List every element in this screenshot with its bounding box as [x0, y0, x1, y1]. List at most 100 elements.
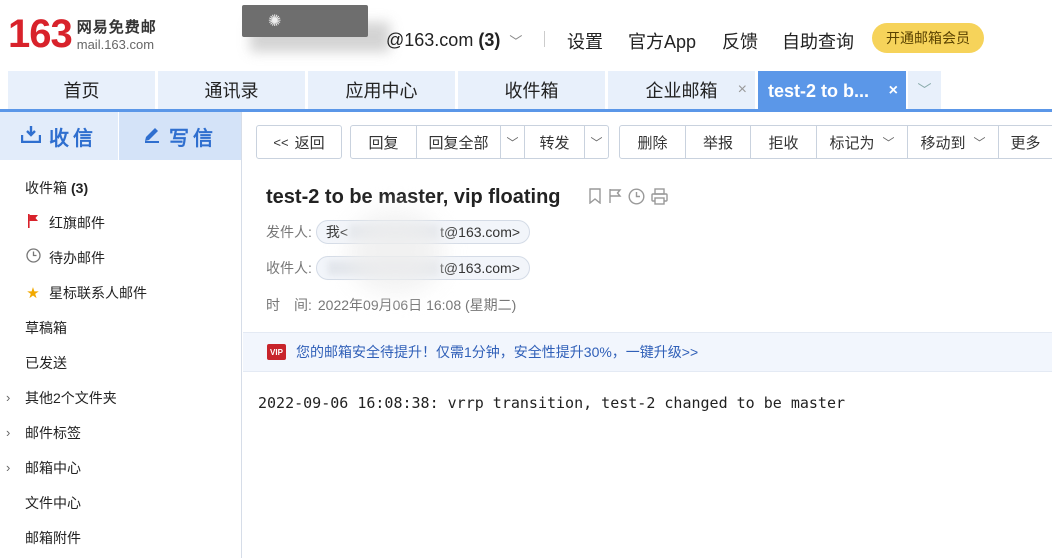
tab-label: test-2 to b... — [768, 80, 870, 101]
delete-button[interactable]: 删除 — [619, 125, 686, 159]
compose-label: 写信 — [169, 127, 217, 150]
official-app-link[interactable]: 官方App — [628, 28, 696, 54]
settings-link[interactable]: 设置 — [567, 28, 603, 54]
chevron-down-icon: ﹀ — [590, 135, 603, 150]
print-icon[interactable] — [651, 188, 668, 210]
account-domain: @163.com — [386, 30, 474, 50]
redaction-blur — [348, 212, 443, 292]
time-value: 2022年09月06日 16:08 (星期二) — [317, 297, 517, 313]
flag-icon[interactable] — [608, 188, 622, 210]
feedback-link[interactable]: 反馈 — [722, 28, 758, 54]
chevron-down-icon: ﹀ — [506, 135, 519, 150]
vip-badge-icon: VIP — [267, 344, 286, 360]
clock-icon — [25, 248, 41, 267]
mark-as-label: 标记为 — [829, 134, 875, 152]
sidebar-item-label: 已发送 — [25, 354, 67, 371]
sidebar-item-label: 邮箱附件 — [25, 529, 81, 546]
chevron-down-icon: ﹀ — [509, 34, 523, 49]
forward-button[interactable]: 转发 — [524, 125, 585, 159]
reject-button[interactable]: 拒收 — [750, 125, 817, 159]
sidebar-item-label: 待办邮件 — [49, 249, 105, 266]
tab-label: 收件箱 — [504, 81, 559, 101]
sender-label: 发件人: — [266, 224, 312, 240]
mail-subject: test-2 to be master, vip floating — [266, 186, 561, 208]
sidebar-item-sent[interactable]: 已发送 — [0, 345, 242, 380]
tab-label: 首页 — [63, 81, 100, 101]
logo-url-text: mail.163.com — [76, 37, 155, 52]
sidebar-item-inbox[interactable]: 收件箱 (3) — [0, 170, 242, 205]
security-upgrade-banner[interactable]: VIP 您的邮箱安全待提升！仅需1分钟，安全性提升30%，一键升级>> — [243, 332, 1052, 372]
sidebar-item-drafts[interactable]: 草稿箱 — [0, 310, 242, 345]
time-label: 时 间: — [266, 297, 312, 313]
sidebar: 收信 写信 收件箱 (3) 红旗邮件 待办邮件 ★ 星标联系人邮件 草稿箱 已发… — [0, 112, 242, 558]
mail-logo[interactable]: 163 网易免费邮 mail.163.com — [8, 14, 157, 54]
sidebar-item-attachments[interactable]: 邮箱附件 — [0, 520, 242, 555]
mail-toolbar: << 返回 回复 回复全部 ﹀ 转发 ﹀ 删除 举报 拒收 标记为 ﹀ 移动到 … — [243, 112, 1052, 172]
sidebar-item-starred-contacts[interactable]: ★ 星标联系人邮件 — [0, 275, 242, 310]
tab-home[interactable]: 首页 — [8, 71, 155, 109]
forward-dropdown[interactable]: ﹀ — [584, 125, 609, 159]
report-button[interactable]: 举报 — [685, 125, 751, 159]
time-row: 时 间: 2022年09月06日 16:08 (星期二) — [266, 295, 516, 315]
close-icon[interactable]: × — [889, 82, 898, 100]
reply-button[interactable]: 回复 — [350, 125, 417, 159]
unread-count: (3) — [71, 179, 89, 196]
red-flag-icon — [25, 213, 41, 232]
pencil-icon — [143, 125, 161, 148]
header-divider — [544, 31, 545, 47]
tab-overflow-button[interactable]: ﹀ — [908, 71, 941, 109]
sidebar-item-other-folders[interactable]: › 其他2个文件夹 — [0, 380, 242, 415]
sender-address: t@163.com> — [440, 224, 521, 240]
reply-dropdown[interactable]: ﹀ — [500, 125, 525, 159]
sidebar-item-label: 草稿箱 — [25, 319, 67, 336]
move-to-button[interactable]: 移动到 ﹀ — [907, 125, 999, 159]
sender-prefix: 我< — [325, 224, 349, 240]
chevron-right-icon[interactable]: › — [6, 425, 10, 440]
chevron-right-icon[interactable]: › — [6, 390, 10, 405]
bookmark-icon[interactable] — [588, 188, 602, 210]
more-button[interactable]: 更多 — [998, 125, 1052, 159]
tab-enterprise-mail[interactable]: 企业邮箱 × — [608, 71, 755, 109]
star-icon: ★ — [26, 284, 40, 302]
redacted-username — [252, 28, 386, 46]
recipient-address: t@163.com> — [439, 260, 520, 276]
banner-link[interactable]: 您的邮箱安全待提升！仅需1分钟，安全性提升30%，一键升级>> — [296, 342, 698, 362]
logo-cn-text: 网易免费邮 — [76, 19, 157, 36]
receive-mail-button[interactable]: 收信 — [0, 112, 118, 160]
tab-label: 应用中心 — [345, 81, 418, 101]
top-header: 163 网易免费邮 mail.163.com ✺ @163.com (3) ﹀ … — [0, 0, 1052, 70]
tab-contacts[interactable]: 通讯录 — [158, 71, 305, 109]
mark-as-button[interactable]: 标记为 ﹀ — [816, 125, 908, 159]
vip-upgrade-button[interactable]: 开通邮箱会员 — [872, 23, 984, 53]
reply-all-button[interactable]: 回复全部 — [416, 125, 501, 159]
sidebar-item-label: 邮箱中心 — [25, 459, 81, 476]
chevron-down-icon: ﹀ — [973, 135, 986, 150]
back-label: 返回 — [294, 134, 325, 152]
tab-current-mail[interactable]: test-2 to b... × — [758, 71, 906, 111]
tab-app-center[interactable]: 应用中心 — [308, 71, 455, 109]
sidebar-item-todo[interactable]: 待办邮件 — [0, 240, 242, 275]
tab-inbox[interactable]: 收件箱 — [458, 71, 605, 109]
sidebar-item-label: 星标联系人邮件 — [49, 284, 147, 301]
account-unread-count: (3) — [478, 30, 501, 50]
sidebar-item-mail-center[interactable]: › 邮箱中心 — [0, 450, 242, 485]
clock-icon[interactable] — [628, 188, 645, 210]
move-to-label: 移动到 — [920, 134, 966, 152]
sidebar-item-labels[interactable]: › 邮件标签 — [0, 415, 242, 450]
sidebar-item-file-center[interactable]: 文件中心 — [0, 485, 242, 520]
close-icon[interactable]: × — [738, 81, 747, 99]
sidebar-item-flagged[interactable]: 红旗邮件 — [0, 205, 242, 240]
subject-actions — [588, 188, 668, 210]
account-switcher[interactable]: @163.com (3) ﹀ — [252, 28, 522, 51]
compose-mail-button[interactable]: 写信 — [119, 112, 241, 160]
inbox-tray-icon — [20, 125, 42, 148]
logo-number: 163 — [8, 12, 73, 56]
chevron-down-icon: ﹀ — [882, 135, 895, 150]
self-service-link[interactable]: 自助查询 — [782, 28, 854, 54]
sidebar-item-label: 其他2个文件夹 — [25, 389, 117, 406]
chevron-right-icon[interactable]: › — [6, 460, 10, 475]
back-button[interactable]: << 返回 — [256, 125, 342, 159]
folder-list: 收件箱 (3) 红旗邮件 待办邮件 ★ 星标联系人邮件 草稿箱 已发送 › 其他 — [0, 170, 242, 555]
mail-reader: test-2 to be master, vip floating 发件人: 我… — [243, 172, 1052, 558]
sidebar-item-label: 邮件标签 — [25, 424, 81, 441]
